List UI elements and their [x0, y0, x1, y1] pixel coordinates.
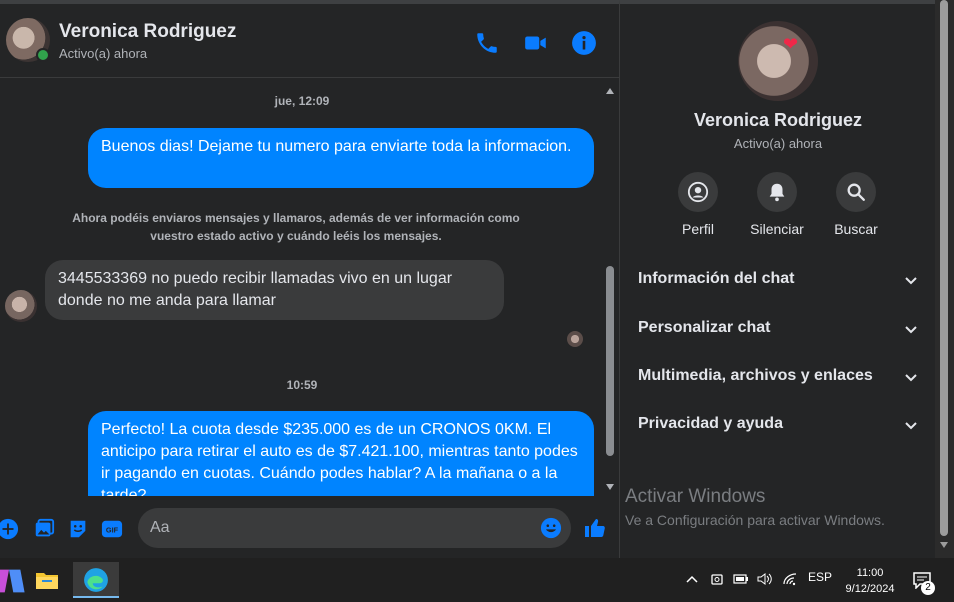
profile-label: Perfil	[682, 221, 714, 237]
message-list[interactable]: jue, 12:09 Buenos dias! Dejame tu numero…	[0, 79, 604, 496]
camera-tray-icon[interactable]	[710, 572, 724, 586]
contact-name[interactable]: Veronica Rodriguez	[59, 21, 236, 43]
section-label: Información del chat	[638, 270, 795, 287]
composer: GIF	[0, 496, 619, 562]
wifi-icon[interactable]	[782, 572, 798, 586]
message-scrollbar[interactable]	[604, 84, 616, 496]
message-outgoing[interactable]: Buenos dias! Dejame tu numero para envia…	[88, 128, 594, 188]
taskbar: ESP 11:00 9/12/2024 2	[0, 558, 954, 602]
clock[interactable]: 11:00 9/12/2024	[838, 565, 902, 597]
section-label: Personalizar chat	[638, 319, 771, 336]
section-label: Multimedia, archivos y enlaces	[638, 367, 873, 384]
contact-avatar-small[interactable]	[5, 290, 37, 322]
clock-date: 9/12/2024	[845, 583, 895, 595]
sticker-icon[interactable]	[67, 518, 89, 540]
chevron-down-icon	[905, 326, 917, 334]
file-explorer-icon[interactable]	[24, 562, 70, 598]
search-label: Buscar	[834, 221, 878, 237]
volume-icon[interactable]	[757, 572, 773, 586]
mute-button[interactable]: Silenciar	[737, 172, 817, 237]
online-status-dot	[36, 48, 50, 62]
profile-icon	[687, 181, 709, 203]
profile-name: Veronica Rodriguez	[693, 110, 863, 130]
chevron-down-icon	[905, 277, 917, 285]
scroll-up-arrow-icon[interactable]	[606, 88, 614, 94]
message-input[interactable]	[150, 516, 530, 540]
message-incoming[interactable]: 3445533369 no puedo recibir llamadas viv…	[45, 260, 504, 320]
conversation-details-panel: ❤ Veronica Rodriguez Activo(a) ahora Per…	[619, 0, 935, 558]
timestamp: jue, 12:09	[274, 94, 330, 108]
scroll-down-arrow-icon[interactable]	[606, 484, 614, 490]
section-customize-chat[interactable]: Personalizar chat	[638, 319, 920, 347]
gallery-icon[interactable]	[33, 518, 55, 540]
contact-status: Activo(a) ahora	[59, 46, 148, 61]
seen-indicator-avatar	[567, 331, 583, 347]
timestamp: 10:59	[286, 378, 318, 392]
bell-icon	[769, 183, 785, 202]
search-icon	[847, 183, 865, 201]
chat-header: Veronica Rodriguez Activo(a) ahora	[0, 4, 619, 78]
language-indicator[interactable]: ESP	[808, 570, 832, 584]
window-scroll-thumb[interactable]	[940, 0, 948, 536]
video-call-icon[interactable]	[523, 30, 549, 56]
chevron-down-icon	[905, 374, 917, 382]
message-outgoing[interactable]: Perfecto! La cuota desde $235.000 es de …	[88, 411, 594, 496]
copilot-taskbar-icon[interactable]	[0, 562, 25, 598]
phone-icon[interactable]	[474, 30, 500, 56]
plus-icon[interactable]	[0, 518, 19, 540]
section-privacy-help[interactable]: Privacidad y ayuda	[638, 415, 920, 443]
window-scrollbar[interactable]	[935, 0, 954, 558]
screen: Veronica Rodriguez Activo(a) ahora jue, …	[0, 0, 954, 602]
scroll-thumb[interactable]	[606, 266, 614, 456]
mute-label: Silenciar	[750, 221, 804, 237]
clock-time: 11:00	[856, 567, 884, 579]
emoji-icon[interactable]	[540, 517, 562, 539]
window-scroll-down-icon[interactable]	[940, 542, 948, 548]
info-icon[interactable]	[571, 30, 597, 56]
heart-icon: ❤	[783, 34, 799, 54]
chevron-up-icon[interactable]	[686, 574, 698, 584]
profile-status: Activo(a) ahora	[733, 136, 823, 151]
activate-windows-title: Activar Windows	[625, 486, 766, 507]
chevron-down-icon	[905, 422, 917, 430]
gif-icon[interactable]: GIF	[101, 518, 123, 540]
activate-windows-subtitle: Ve a Configuración para activar Windows.	[625, 512, 885, 528]
section-label: Privacidad y ayuda	[638, 415, 783, 432]
svg-text:GIF: GIF	[106, 526, 119, 535]
chat-pane: Veronica Rodriguez Activo(a) ahora jue, …	[0, 0, 619, 558]
profile-avatar[interactable]	[738, 21, 818, 101]
battery-icon[interactable]	[733, 573, 749, 585]
section-media-files-links[interactable]: Multimedia, archivos y enlaces	[638, 367, 920, 395]
section-chat-info[interactable]: Información del chat	[638, 270, 920, 298]
profile-button[interactable]: Perfil	[658, 172, 738, 237]
system-notice: Ahora podéis enviaros mensajes y llamaro…	[72, 211, 520, 243]
search-button[interactable]: Buscar	[816, 172, 896, 237]
notification-count-badge: 2	[921, 581, 935, 595]
edge-browser-icon[interactable]	[73, 562, 119, 598]
like-icon[interactable]	[583, 516, 607, 540]
message-input-box[interactable]	[138, 508, 571, 548]
